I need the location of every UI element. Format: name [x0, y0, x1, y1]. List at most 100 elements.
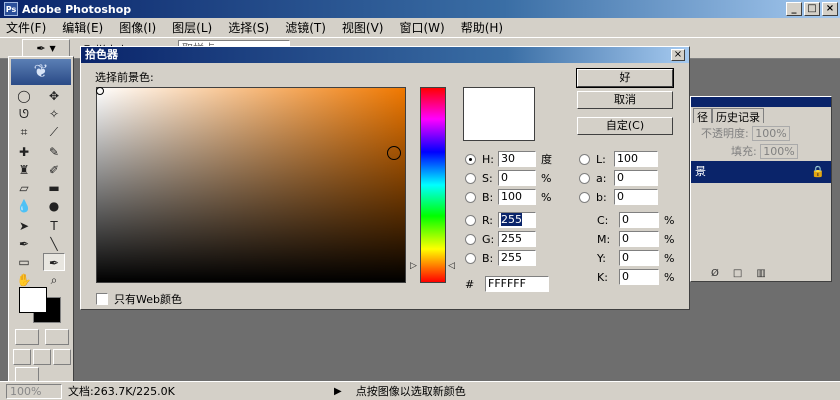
- brush-tool-icon[interactable]: ✎: [43, 143, 65, 161]
- foreground-color-swatch[interactable]: [19, 287, 47, 313]
- color-preview-swatch: [463, 87, 535, 141]
- color-picker-dialog: 拾色器 × 选择前景色: ▷ ◁ 好 取消 自定(C) H: 30 度 S: 0…: [80, 46, 690, 310]
- hue-row: H: 30 度: [465, 150, 552, 168]
- hue-input[interactable]: 30: [498, 151, 536, 167]
- tool-preset-picker[interactable]: ✒ ▼: [22, 39, 70, 57]
- saturation-input[interactable]: 0: [498, 170, 536, 186]
- layer-row-background[interactable]: 景 🔒: [691, 161, 831, 183]
- new-layer-icon[interactable]: □: [733, 268, 756, 279]
- a-label: a:: [596, 171, 607, 185]
- custom-colors-button[interactable]: 自定(C): [577, 117, 673, 135]
- web-colors-option[interactable]: 只有Web颜色: [96, 291, 182, 307]
- notes-tool-icon[interactable]: ▭: [13, 253, 35, 271]
- hue-slider-handle-right[interactable]: ◁: [448, 261, 455, 271]
- history-brush-tool-icon[interactable]: ✐: [43, 161, 65, 179]
- color-field-cursor: [96, 87, 104, 95]
- green-radio[interactable]: [465, 233, 476, 245]
- a-input[interactable]: 0: [614, 170, 658, 186]
- lightness-radio[interactable]: [579, 153, 590, 165]
- menu-image[interactable]: 图像(I): [119, 19, 156, 36]
- cyan-label: C:: [597, 213, 609, 227]
- brightness-input[interactable]: 100: [498, 189, 536, 205]
- menu-file[interactable]: 文件(F): [6, 19, 46, 36]
- gradient-tool-icon[interactable]: ▬: [43, 179, 65, 197]
- eraser-tool-icon[interactable]: ▱: [13, 179, 35, 197]
- hue-slider-handle-left[interactable]: ▷: [410, 261, 417, 271]
- tab-history[interactable]: 历史记录: [712, 108, 764, 124]
- saturation-radio[interactable]: [465, 172, 476, 184]
- tab-paths[interactable]: 径: [693, 108, 712, 124]
- black-input[interactable]: 0: [619, 269, 659, 285]
- screen-mode-menu-button[interactable]: [33, 349, 51, 365]
- path-select-tool-icon[interactable]: ➤: [13, 217, 35, 235]
- menu-window[interactable]: 窗口(W): [399, 19, 444, 36]
- black-unit: %: [664, 270, 675, 284]
- layer-name: 景: [695, 165, 706, 178]
- delete-layer-icon[interactable]: ▥: [756, 268, 779, 279]
- eyedropper-tool-icon[interactable]: ✒: [43, 253, 65, 271]
- screen-mode-standard-button[interactable]: [13, 349, 31, 365]
- menu-layer[interactable]: 图层(L): [172, 19, 212, 36]
- dialog-close-button[interactable]: ×: [671, 49, 685, 61]
- opacity-value[interactable]: 100%: [752, 126, 790, 141]
- marquee-tool-icon[interactable]: ◯: [13, 87, 35, 105]
- ok-button[interactable]: 好: [576, 68, 674, 88]
- magic-wand-tool-icon[interactable]: ✧: [43, 105, 65, 123]
- web-colors-label: 只有Web颜色: [114, 293, 182, 306]
- color-field[interactable]: [96, 87, 406, 283]
- slice-tool-icon[interactable]: ⟋: [43, 123, 65, 141]
- line-tool-icon[interactable]: ╲: [43, 235, 65, 253]
- menu-help[interactable]: 帮助(H): [461, 19, 503, 36]
- blue-input[interactable]: 255: [498, 250, 536, 266]
- green-input[interactable]: 255: [498, 231, 536, 247]
- lightness-input[interactable]: 100: [614, 151, 658, 167]
- menu-view[interactable]: 视图(V): [342, 19, 384, 36]
- red-radio[interactable]: [465, 214, 476, 226]
- minimize-button[interactable]: _: [786, 2, 802, 16]
- cyan-row: C: 0 %: [597, 211, 674, 229]
- lasso-tool-icon[interactable]: ᘎ: [13, 105, 35, 123]
- move-tool-icon[interactable]: ✥: [43, 87, 65, 105]
- quick-mask-button[interactable]: [45, 329, 69, 345]
- brightness-radio[interactable]: [465, 191, 476, 203]
- hue-label: H:: [482, 152, 494, 166]
- blue-label: B:: [482, 251, 494, 265]
- standard-mode-button[interactable]: [15, 329, 39, 345]
- b-lab-input[interactable]: 0: [614, 189, 658, 205]
- status-menu-arrow-icon[interactable]: ▶: [334, 386, 342, 397]
- saturation-unit: %: [541, 171, 552, 185]
- panel-tabs: 径 历史记录: [693, 108, 764, 124]
- hue-radio[interactable]: [465, 153, 476, 165]
- screen-mode-full-button[interactable]: [53, 349, 71, 365]
- cancel-button[interactable]: 取消: [577, 91, 673, 109]
- magenta-input[interactable]: 0: [619, 231, 659, 247]
- pen-tool-icon[interactable]: ✒: [13, 235, 35, 253]
- hex-input[interactable]: FFFFFF: [485, 276, 549, 292]
- close-button[interactable]: ×: [822, 2, 838, 16]
- maximize-button[interactable]: □: [804, 2, 820, 16]
- web-colors-checkbox[interactable]: [96, 293, 108, 305]
- dodge-tool-icon[interactable]: ●: [43, 197, 65, 215]
- layer-style-icon[interactable]: Ø: [711, 268, 733, 279]
- layers-panel-toolbar: Ø□▥: [711, 268, 780, 279]
- blue-radio[interactable]: [465, 252, 476, 264]
- stamp-tool-icon[interactable]: ♜: [13, 161, 35, 179]
- zoom-field[interactable]: 100%: [6, 383, 62, 399]
- menu-filter[interactable]: 滤镜(T): [285, 19, 326, 36]
- crop-tool-icon[interactable]: ⌗: [13, 123, 35, 141]
- fill-row: 填充: 100%: [691, 143, 833, 159]
- type-tool-icon[interactable]: T: [43, 217, 65, 235]
- menu-bar: 文件(F) 编辑(E) 图像(I) 图层(L) 选择(S) 滤镜(T) 视图(V…: [0, 18, 840, 37]
- document-size: 文档:263.7K/225.0K: [68, 385, 175, 398]
- hue-slider[interactable]: [420, 87, 446, 283]
- healing-tool-icon[interactable]: ✚: [13, 143, 35, 161]
- red-input[interactable]: 255: [498, 212, 536, 228]
- cyan-input[interactable]: 0: [619, 212, 659, 228]
- fill-value[interactable]: 100%: [760, 144, 798, 159]
- blur-tool-icon[interactable]: 💧: [13, 197, 35, 215]
- menu-edit[interactable]: 编辑(E): [62, 19, 103, 36]
- menu-select[interactable]: 选择(S): [228, 19, 269, 36]
- yellow-input[interactable]: 0: [619, 250, 659, 266]
- a-radio[interactable]: [579, 172, 590, 184]
- b-lab-radio[interactable]: [579, 191, 590, 203]
